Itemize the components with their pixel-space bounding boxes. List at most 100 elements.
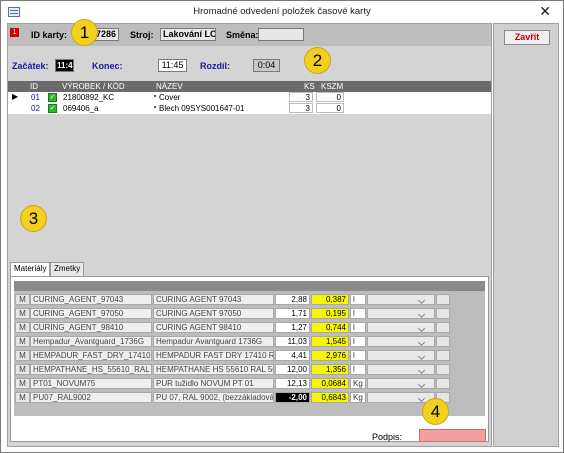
material-row-button[interactable] bbox=[436, 350, 450, 361]
check-icon[interactable]: ✓ bbox=[48, 104, 57, 113]
material-value[interactable]: 0,0684 bbox=[311, 378, 349, 389]
table-row[interactable]: ▶ 01 ✓ 21800892_KC Cover 3 0 bbox=[8, 92, 368, 103]
table-row[interactable]: M CURING_AGENT_97043 CURING AGENT 97043 … bbox=[14, 294, 485, 306]
col-nazev: NÁZEV bbox=[156, 82, 183, 91]
table-row[interactable]: M HEMPADUR_FAST_DRY_17410 HEMPADUR FAST … bbox=[14, 350, 485, 362]
grid-header: ID VÝROBEK / KÓD NÁZEV KS KSZM bbox=[8, 81, 491, 92]
row-ks[interactable]: 3 bbox=[289, 92, 313, 102]
material-row-button[interactable] bbox=[436, 322, 450, 333]
table-row[interactable]: M PU07_RAL9002 PU 07, RAL 9002, (bezzákl… bbox=[14, 392, 485, 404]
window-close-button[interactable]: ✕ bbox=[539, 3, 551, 20]
material-unit: l bbox=[350, 364, 366, 375]
material-qty[interactable]: -2,00 bbox=[275, 392, 310, 403]
rozdil-label: Rozdíl: bbox=[200, 61, 230, 71]
material-qty[interactable]: 12,13 bbox=[275, 378, 310, 389]
window-title: Hromadné odvedení položek časové karty bbox=[193, 6, 371, 17]
material-value[interactable]: 0,195 bbox=[311, 308, 349, 319]
material-code: HEMPATHANE_HS_55610_RAL bbox=[30, 364, 152, 375]
row-kszm[interactable]: 0 bbox=[316, 103, 344, 113]
material-row-button[interactable] bbox=[436, 294, 450, 305]
material-name: HEMPADUR FAST DRY 17410 RAL bbox=[153, 350, 274, 361]
callout-marker-1: 1 bbox=[71, 19, 98, 46]
material-unit: l bbox=[350, 336, 366, 347]
triangle-right-icon: ▶ bbox=[12, 92, 19, 101]
material-qty[interactable]: 4,41 bbox=[275, 350, 310, 361]
callout-marker-2: 2 bbox=[304, 47, 331, 74]
material-name: CURING AGENT 98410 bbox=[153, 322, 274, 333]
material-code: PU07_RAL9002 bbox=[30, 392, 152, 403]
material-type: M bbox=[15, 392, 30, 403]
material-dropdown[interactable] bbox=[367, 308, 435, 319]
material-code: HEMPADUR_FAST_DRY_17410 bbox=[30, 350, 152, 361]
zacatek-label: Začátek: bbox=[12, 61, 49, 71]
material-row-button[interactable] bbox=[436, 336, 450, 347]
material-qty[interactable]: 12,00 bbox=[275, 364, 310, 375]
material-value[interactable]: 0,6843 bbox=[311, 392, 349, 403]
material-dropdown[interactable] bbox=[367, 322, 435, 333]
material-dropdown[interactable] bbox=[367, 378, 435, 389]
row-kszm[interactable]: 0 bbox=[316, 92, 344, 102]
material-name: CURING AGENT 97043 bbox=[153, 294, 274, 305]
row-name: Cover bbox=[159, 93, 181, 102]
material-name: CURING AGENT 97050 bbox=[153, 308, 274, 319]
rozdil-field: 0:04 bbox=[253, 59, 280, 72]
tab-materialy[interactable]: Materiály bbox=[10, 262, 51, 276]
row-ks[interactable]: 3 bbox=[289, 103, 313, 113]
materials-panel: M CURING_AGENT_97043 CURING AGENT 97043 … bbox=[10, 276, 489, 442]
smena-label: Směna: bbox=[226, 30, 259, 40]
material-type: M bbox=[15, 294, 30, 305]
material-type: M bbox=[15, 378, 30, 389]
dialog-window: Hromadné odvedení položek časové karty ✕… bbox=[0, 0, 564, 453]
material-unit: Kg bbox=[350, 378, 366, 389]
konec-field[interactable]: 11:45 bbox=[158, 59, 187, 72]
material-dropdown[interactable] bbox=[367, 336, 435, 347]
material-type: M bbox=[15, 322, 30, 333]
material-value[interactable]: 0,387 bbox=[311, 294, 349, 305]
table-row[interactable]: M HEMPATHANE_HS_55610_RAL HEMPATHANE HS … bbox=[14, 364, 485, 376]
table-row[interactable]: M Hempadur_Avantguard_1736G Hempadur Ava… bbox=[14, 336, 485, 348]
items-grid: ▶ 01 ✓ 21800892_KC Cover 3 0 02 ✓ 069406… bbox=[8, 92, 491, 114]
right-panel: Zavřít bbox=[493, 23, 559, 447]
row-code: 21800892_KC bbox=[63, 93, 115, 102]
tab-strip: Materiály Zmetky bbox=[8, 262, 491, 276]
podpis-label: Podpis: bbox=[372, 432, 403, 442]
main-form: 1 ID karty: 7286 Stroj: Lakování LC Směn… bbox=[7, 23, 492, 447]
table-row[interactable]: M CURING_AGENT_97050 CURING AGENT 97050 … bbox=[14, 308, 485, 320]
material-code: CURING_AGENT_98410 bbox=[30, 322, 152, 333]
material-qty[interactable]: 2,88 bbox=[275, 294, 310, 305]
smena-field bbox=[258, 28, 304, 41]
material-dropdown[interactable] bbox=[367, 294, 435, 305]
table-row[interactable]: M CURING_AGENT_98410 CURING AGENT 98410 … bbox=[14, 322, 485, 334]
material-qty[interactable]: 1,27 bbox=[275, 322, 310, 333]
material-dropdown[interactable] bbox=[367, 364, 435, 375]
id-karty-label: ID karty: bbox=[31, 30, 68, 40]
materials-header-bar bbox=[14, 281, 485, 291]
record-indicator-icon: 1 bbox=[10, 28, 19, 37]
tab-zmetky[interactable]: Zmetky bbox=[50, 262, 85, 276]
material-value[interactable]: 0,744 bbox=[311, 322, 349, 333]
material-unit: Kg bbox=[350, 392, 366, 403]
material-value[interactable]: 1,356 bbox=[311, 364, 349, 375]
table-row[interactable]: M PT01_NOVUM75 PUR tužidlo NOVUM PT 01 1… bbox=[14, 378, 485, 390]
material-qty[interactable]: 1,71 bbox=[275, 308, 310, 319]
material-unit: l bbox=[350, 322, 366, 333]
stroj-label: Stroj: bbox=[130, 30, 154, 40]
check-icon[interactable]: ✓ bbox=[48, 93, 57, 102]
material-qty[interactable]: 11,03 bbox=[275, 336, 310, 347]
material-value[interactable]: 2,976 bbox=[311, 350, 349, 361]
table-row[interactable]: 02 ✓ 069406_a Blech 09SYS001647-01 3 0 bbox=[8, 103, 368, 114]
podpis-field[interactable] bbox=[419, 429, 486, 442]
konec-label: Konec: bbox=[92, 61, 123, 71]
zacatek-field[interactable]: 11:41 bbox=[55, 59, 74, 72]
material-dropdown[interactable] bbox=[367, 350, 435, 361]
material-value[interactable]: 1,545 bbox=[311, 336, 349, 347]
material-row-button[interactable] bbox=[436, 308, 450, 319]
material-name: PUR tužidlo NOVUM PT 01 bbox=[153, 378, 274, 389]
material-name: PU 07, RAL 9002, (bezzákladová p bbox=[153, 392, 274, 403]
material-type: M bbox=[15, 308, 30, 319]
material-code: CURING_AGENT_97043 bbox=[30, 294, 152, 305]
material-row-button[interactable] bbox=[436, 378, 450, 389]
material-type: M bbox=[15, 336, 30, 347]
material-row-button[interactable] bbox=[436, 364, 450, 375]
zavrit-button[interactable]: Zavřít bbox=[504, 30, 550, 45]
